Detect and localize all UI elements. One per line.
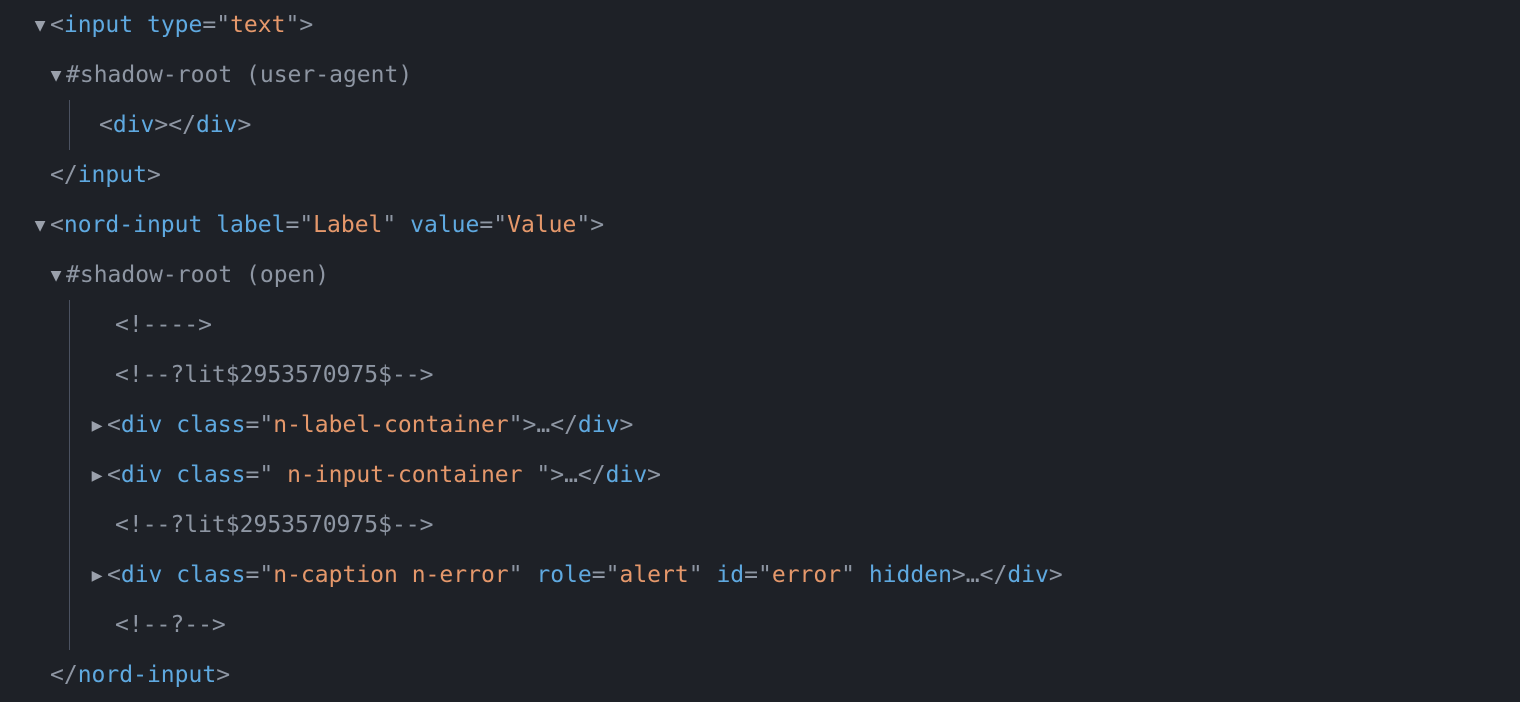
code-tag: nord-input bbox=[78, 650, 216, 700]
code-tag: nord-input bbox=[64, 200, 202, 250]
tree-indent-guide bbox=[69, 100, 70, 150]
code-value: Label bbox=[313, 200, 382, 250]
node-div-empty[interactable]: <div></div> bbox=[0, 100, 1520, 150]
node-div-input-container[interactable]: <div class=" n-input-container ">…</div> bbox=[0, 450, 1520, 500]
code-tag: div bbox=[121, 550, 163, 600]
code-value: text bbox=[230, 0, 285, 50]
tree-indent-guide bbox=[69, 600, 70, 650]
tree-indent-guide bbox=[69, 500, 70, 550]
code-value: n-input-container bbox=[273, 450, 536, 500]
node-input-open[interactable]: <input type="text"> bbox=[0, 0, 1520, 50]
code-tag: input bbox=[64, 0, 133, 50]
tree-indent-guide bbox=[69, 400, 70, 450]
code-attr: type bbox=[147, 0, 202, 50]
code-tag: input bbox=[78, 150, 147, 200]
code-value: n-caption n-error bbox=[273, 550, 508, 600]
code-bracket: < bbox=[50, 0, 64, 50]
expand-toggle-icon[interactable] bbox=[30, 199, 50, 251]
expand-toggle-icon[interactable] bbox=[30, 0, 50, 51]
code-attr: class bbox=[176, 450, 245, 500]
code-attr: class bbox=[176, 550, 245, 600]
dom-tree: <input type="text"> #shadow-root (user-a… bbox=[0, 0, 1520, 700]
code-attr: class bbox=[176, 400, 245, 450]
code-attr: role bbox=[536, 550, 591, 600]
code-value: alert bbox=[619, 550, 688, 600]
expand-toggle-icon[interactable] bbox=[87, 399, 107, 451]
ellipsis-icon: … bbox=[966, 550, 980, 600]
node-div-caption-error[interactable]: <div class="n-caption n-error" role="ale… bbox=[0, 550, 1520, 600]
expand-toggle-icon[interactable] bbox=[46, 249, 66, 301]
tree-indent-guide bbox=[69, 350, 70, 400]
code-attr: value bbox=[410, 200, 479, 250]
code-tag: div bbox=[113, 100, 155, 150]
tree-indent-guide bbox=[69, 450, 70, 500]
tree-indent-guide bbox=[69, 300, 70, 350]
node-input-close[interactable]: </input> bbox=[0, 150, 1520, 200]
expand-toggle-icon[interactable] bbox=[87, 549, 107, 601]
expand-toggle-icon[interactable] bbox=[46, 49, 66, 101]
code-tag: div bbox=[578, 400, 620, 450]
code-tag: div bbox=[121, 400, 163, 450]
node-nord-input-open[interactable]: <nord-input label="Label" value="Value"> bbox=[0, 200, 1520, 250]
code-comment: <!--?lit$2953570975$--> bbox=[115, 500, 434, 550]
expand-toggle-icon[interactable] bbox=[87, 449, 107, 501]
node-shadow-root-ua[interactable]: #shadow-root (user-agent) bbox=[0, 50, 1520, 100]
code-tag: div bbox=[196, 100, 238, 150]
node-comment[interactable]: <!--?--> bbox=[0, 600, 1520, 650]
code-tag: div bbox=[121, 450, 163, 500]
code-value: Value bbox=[507, 200, 576, 250]
code-comment: <!--?--> bbox=[115, 600, 226, 650]
code-attr: hidden bbox=[869, 550, 952, 600]
node-comment[interactable]: <!--?lit$2953570975$--> bbox=[0, 350, 1520, 400]
code-attr: label bbox=[216, 200, 285, 250]
code-tag: div bbox=[1007, 550, 1049, 600]
shadow-root-label: #shadow-root (user-agent) bbox=[66, 50, 412, 100]
node-comment[interactable]: <!----> bbox=[0, 300, 1520, 350]
node-shadow-root-open[interactable]: #shadow-root (open) bbox=[0, 250, 1520, 300]
code-comment: <!--?lit$2953570975$--> bbox=[115, 350, 434, 400]
ellipsis-icon: … bbox=[564, 450, 578, 500]
node-div-label-container[interactable]: <div class="n-label-container">…</div> bbox=[0, 400, 1520, 450]
code-value: error bbox=[772, 550, 841, 600]
shadow-root-label: #shadow-root (open) bbox=[66, 250, 329, 300]
ellipsis-icon: … bbox=[536, 400, 550, 450]
tree-indent-guide bbox=[69, 550, 70, 600]
code-attr: id bbox=[716, 550, 744, 600]
node-comment[interactable]: <!--?lit$2953570975$--> bbox=[0, 500, 1520, 550]
code-comment: <!----> bbox=[115, 300, 212, 350]
node-nord-input-close[interactable]: </nord-input> bbox=[0, 650, 1520, 700]
code-tag: div bbox=[606, 450, 648, 500]
code-value: n-label-container bbox=[273, 400, 508, 450]
